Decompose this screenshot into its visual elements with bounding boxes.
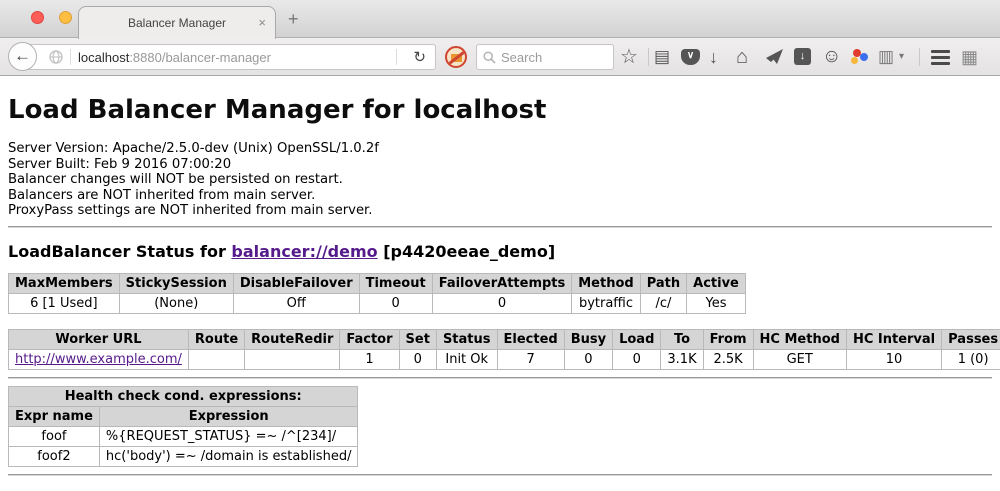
tab-close-icon[interactable]: × [258, 15, 266, 30]
url-domain: localhost [78, 50, 129, 65]
smiley-extension-icon[interactable]: ☺ [822, 45, 841, 69]
home-icon[interactable]: ⌂ [736, 45, 748, 69]
new-tab-button[interactable]: + [288, 9, 299, 30]
server-info: Server Version: Apache/2.5.0-dev (Unix) … [8, 141, 992, 219]
reading-list-icon[interactable]: ▤ [654, 45, 670, 69]
divider [8, 226, 992, 228]
tab-title: Balancer Manager [128, 16, 226, 30]
tab-groups-icon[interactable]: ▦ [961, 45, 978, 69]
table-title-row: Health check cond. expressions: [9, 386, 358, 406]
image-blocker-icon[interactable] [445, 46, 467, 68]
expression-row: foof2 hc('body') =~ /domain is establish… [9, 446, 358, 466]
balancer-settings-table: MaxMembers StickySession DisableFailover… [8, 273, 746, 314]
server-version-line: Server Version: Apache/2.5.0-dev (Unix) … [8, 141, 992, 157]
url-path: :8880/balancer-manager [129, 50, 271, 65]
bookmark-star-icon[interactable]: ☆ [620, 45, 638, 69]
toolbar-separator [648, 48, 649, 66]
table-header-row: Expr name Expression [9, 406, 358, 426]
loadbalancer-status-heading: LoadBalancer Status for balancer://demo … [8, 242, 992, 261]
window-titlebar: Balancer Manager × + [0, 0, 1000, 38]
balancers-warning-line: Balancers are NOT inherited from main se… [8, 188, 992, 204]
table-row: 6 [1 Used] (None) Off 0 0 bytraffic /c/ … [9, 293, 746, 313]
worker-status-table: Worker URL Route RouteRedir Factor Set S… [8, 329, 1000, 370]
divider [8, 377, 992, 379]
downloads-icon[interactable]: ↓ [709, 45, 718, 69]
table-header-row: Worker URL Route RouteRedir Factor Set S… [9, 329, 1000, 349]
back-button[interactable]: ← [8, 42, 37, 71]
search-input[interactable] [501, 50, 607, 65]
balancer-demo-link[interactable]: balancer://demo [231, 242, 377, 261]
url-bar[interactable]: localhost:8880/balancer-manager ↻ [22, 44, 436, 70]
urlbar-separator [396, 49, 397, 65]
worker-row: http://www.example.com/ 1 0 Init Ok 7 0 … [9, 349, 1000, 369]
globe-icon [49, 50, 63, 64]
page-content: Load Balancer Manager for localhost Serv… [0, 95, 1000, 476]
menu-hamburger-icon[interactable] [931, 50, 950, 68]
persist-warning-line: Balancer changes will NOT be persisted o… [8, 172, 992, 188]
url-text[interactable]: localhost:8880/balancer-manager [78, 50, 271, 65]
page-title: Load Balancer Manager for localhost [8, 95, 992, 125]
multicolor-dots-extension-icon[interactable] [851, 49, 869, 65]
download-manager-icon[interactable]: ↓ [794, 48, 811, 65]
toolbar-separator [919, 48, 920, 66]
health-check-expressions-table: Health check cond. expressions: Expr nam… [8, 386, 358, 467]
server-built-line: Server Built: Feb 9 2016 07:00:20 [8, 157, 992, 173]
table-header-row: MaxMembers StickySession DisableFailover… [9, 273, 746, 293]
send-page-icon[interactable] [766, 49, 784, 66]
divider [8, 474, 992, 476]
extension-dropdown-caret-icon[interactable]: ▾ [899, 45, 904, 69]
browser-tab[interactable]: Balancer Manager × [78, 6, 276, 39]
search-bar[interactable] [476, 44, 614, 70]
search-icon [483, 51, 496, 64]
pocket-icon[interactable]: ∨ [681, 49, 700, 65]
navigation-toolbar: ← localhost:8880/balancer-manager ↻ ☆ ▤ … [0, 38, 1000, 76]
urlbar-separator [70, 49, 71, 65]
worker-url-link[interactable]: http://www.example.com/ [15, 352, 182, 367]
clipper-extension-icon[interactable]: ▥ [878, 45, 894, 69]
reload-button[interactable]: ↻ [404, 48, 435, 66]
window-minimize-button[interactable] [59, 11, 72, 24]
window-close-button[interactable] [31, 11, 44, 24]
proxypass-warning-line: ProxyPass settings are NOT inherited fro… [8, 203, 992, 219]
expression-row: foof %{REQUEST_STATUS} =~ /^[234]/ [9, 426, 358, 446]
